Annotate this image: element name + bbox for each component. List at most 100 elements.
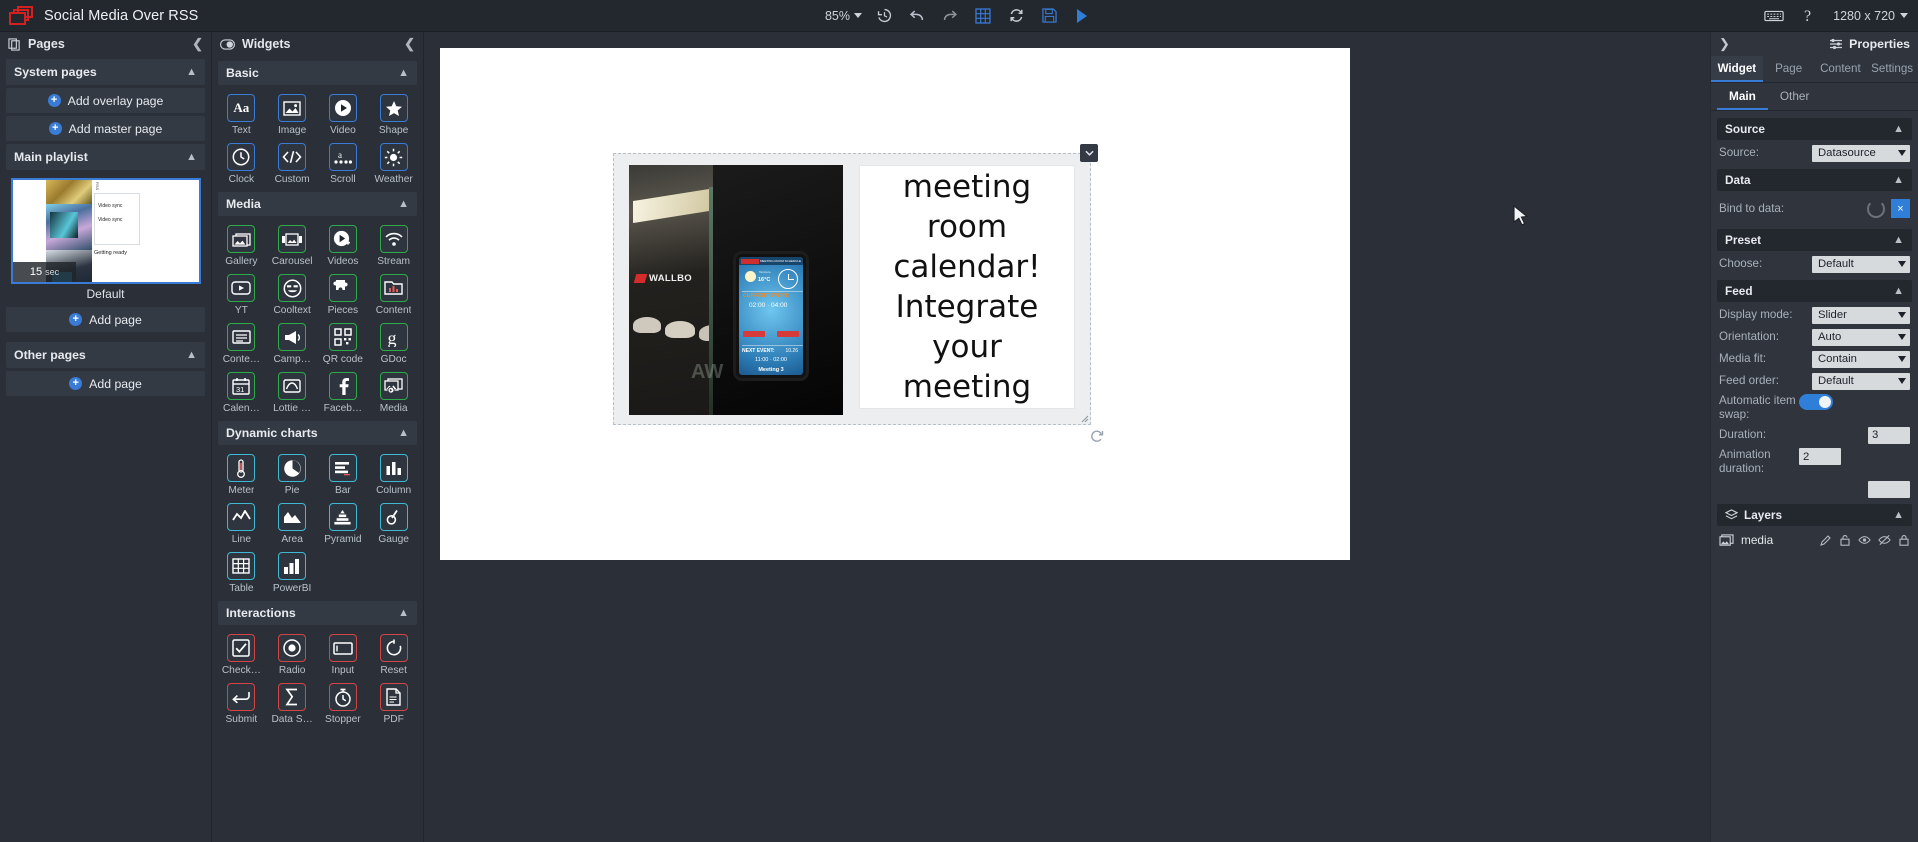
section-layers[interactable]: Layers ▲	[1717, 504, 1912, 526]
widget-tile-input[interactable]: Input	[318, 629, 369, 678]
layer-item-media[interactable]: media	[1711, 528, 1918, 552]
add-master-page-button[interactable]: + Add master page	[6, 116, 205, 141]
widget-tile-facebook[interactable]: Faceb…	[318, 367, 369, 416]
subtab-other[interactable]: Other	[1768, 83, 1822, 110]
widget-tile-video[interactable]: Video	[318, 89, 369, 138]
widget-tile-carousel[interactable]: Carousel	[267, 220, 318, 269]
widget-tile-qrcode[interactable]: QR code	[318, 318, 369, 367]
tab-page[interactable]: Page	[1763, 56, 1815, 82]
resize-handle-icon[interactable]	[1081, 415, 1089, 423]
widget-tile-radio[interactable]: Radio	[267, 629, 318, 678]
add-overlay-page-button[interactable]: + Add overlay page	[6, 88, 205, 113]
widget-tile-column[interactable]: Column	[368, 449, 419, 498]
widget-tile-content-alt[interactable]: Conte…	[216, 318, 267, 367]
widget-tile-submit[interactable]: Submit	[216, 678, 267, 727]
widget-tile-gallery[interactable]: Gallery	[216, 220, 267, 269]
zoom-level-dropdown[interactable]: 85%	[825, 9, 863, 23]
preset-select[interactable]: Default	[1812, 255, 1910, 273]
widget-tile-data-sum[interactable]: Data S…	[267, 678, 318, 727]
widget-tile-image[interactable]: Image	[267, 89, 318, 138]
section-other-pages[interactable]: Other pages ▲	[6, 342, 205, 368]
feed-order-select[interactable]: Default	[1812, 372, 1910, 390]
lock-open-icon[interactable]	[1839, 534, 1851, 546]
widget-tile-pie[interactable]: Pie	[267, 449, 318, 498]
source-select[interactable]: Datasource	[1812, 144, 1910, 162]
partial-input[interactable]	[1868, 480, 1910, 498]
widget-tile-content[interactable]: Content	[368, 269, 419, 318]
widget-tile-text[interactable]: Aa Text	[216, 89, 267, 138]
unlock-icon[interactable]	[1898, 534, 1910, 546]
redo-icon[interactable]	[939, 5, 961, 27]
widget-tile-scroll[interactable]: a Scroll	[318, 138, 369, 187]
widget-tile-gdoc[interactable]: g GDoc	[368, 318, 419, 367]
collapse-pages-icon[interactable]: ❮	[192, 36, 203, 52]
eye-off-icon[interactable]	[1878, 534, 1891, 546]
canvas-page[interactable]: WALLBO AW MEETING ROOM SCHEDULE Tampere …	[440, 48, 1350, 560]
add-page-other-button[interactable]: + Add page	[6, 371, 205, 396]
widget-tile-shape[interactable]: Shape	[368, 89, 419, 138]
widget-tile-stream[interactable]: Stream	[368, 220, 419, 269]
media-fit-select[interactable]: Contain	[1812, 350, 1910, 368]
clear-binding-button[interactable]: ×	[1891, 199, 1910, 218]
eye-icon[interactable]	[1858, 534, 1871, 546]
subtab-main[interactable]: Main	[1717, 83, 1768, 110]
widget-tile-area[interactable]: Area	[267, 498, 318, 547]
tab-content[interactable]: Content	[1815, 56, 1867, 82]
pencil-icon[interactable]	[1820, 534, 1832, 546]
collapse-widgets-icon[interactable]: ❮	[404, 36, 415, 52]
animation-duration-input[interactable]: 2	[1799, 448, 1841, 465]
grid-icon[interactable]	[972, 5, 994, 27]
tab-settings[interactable]: Settings	[1866, 56, 1918, 82]
history-icon[interactable]	[873, 5, 895, 27]
display-mode-select[interactable]: Slider	[1812, 306, 1910, 324]
widget-tile-checkbox[interactable]: Check…	[216, 629, 267, 678]
help-icon[interactable]: ?	[1798, 5, 1820, 27]
widget-tile-cooltext[interactable]: Cooltext	[267, 269, 318, 318]
selected-widget[interactable]: WALLBO AW MEETING ROOM SCHEDULE Tampere …	[613, 144, 1098, 425]
auto-item-swap-toggle[interactable]	[1799, 394, 1833, 410]
widget-tile-clock[interactable]: Clock	[216, 138, 267, 187]
widget-tile-reset[interactable]: Reset	[368, 629, 419, 678]
resolution-dropdown[interactable]: 1280 x 720	[1833, 9, 1908, 23]
rotate-handle-icon[interactable]	[1090, 429, 1104, 443]
keyboard-icon[interactable]	[1763, 5, 1785, 27]
widget-tile-table[interactable]: Table	[216, 547, 267, 596]
add-page-button[interactable]: + Add page	[6, 307, 205, 332]
section-data[interactable]: Data ▲	[1717, 169, 1912, 191]
widget-tile-yt[interactable]: YT	[216, 269, 267, 318]
section-system-pages[interactable]: System pages ▲	[6, 59, 205, 85]
widget-group-dynamic-charts[interactable]: Dynamic charts ▲	[218, 421, 417, 445]
duration-input[interactable]: 3	[1868, 426, 1910, 444]
widget-group-interactions[interactable]: Interactions ▲	[218, 601, 417, 625]
widget-tile-pyramid[interactable]: Pyramid	[318, 498, 369, 547]
widget-tile-meter[interactable]: Meter	[216, 449, 267, 498]
tab-widget[interactable]: Widget	[1711, 56, 1763, 82]
section-source[interactable]: Source ▲	[1717, 118, 1912, 140]
widget-group-basic[interactable]: Basic ▲	[218, 61, 417, 85]
section-main-playlist[interactable]: Main playlist ▲	[6, 144, 205, 170]
undo-icon[interactable]	[906, 5, 928, 27]
widget-tile-stopper[interactable]: Stopper	[318, 678, 369, 727]
canvas-area[interactable]: WALLBO AW MEETING ROOM SCHEDULE Tampere …	[424, 32, 1710, 842]
widget-tile-powerbi[interactable]: PowerBI	[267, 547, 318, 596]
save-icon[interactable]	[1038, 5, 1060, 27]
expand-properties-icon[interactable]: ❯	[1719, 36, 1730, 52]
section-feed[interactable]: Feed ▲	[1717, 280, 1912, 302]
widgets-scroll-area[interactable]: Basic ▲ Aa Text Image Video Shape Clock …	[212, 56, 423, 842]
widget-tile-bar[interactable]: Bar	[318, 449, 369, 498]
refresh-icon[interactable]	[1005, 5, 1027, 27]
orientation-select[interactable]: Auto	[1812, 328, 1910, 346]
widget-tile-lottie[interactable]: Lottie …	[267, 367, 318, 416]
widget-tile-gauge[interactable]: Gauge	[368, 498, 419, 547]
widget-tile-calendar[interactable]: 31 Calen…	[216, 367, 267, 416]
widget-tile-videos[interactable]: Videos	[318, 220, 369, 269]
widget-tile-weather[interactable]: Weather	[368, 138, 419, 187]
play-icon[interactable]	[1071, 5, 1093, 27]
widget-tile-pdf[interactable]: PDF	[368, 678, 419, 727]
widget-tile-media[interactable]: Media	[368, 367, 419, 416]
page-thumbnail-default[interactable]: RSS Video sync Video sync Getting ready …	[11, 178, 201, 284]
widget-group-media[interactable]: Media ▲	[218, 192, 417, 216]
widget-tile-campaign[interactable]: Camp…	[267, 318, 318, 367]
widget-tile-line[interactable]: Line	[216, 498, 267, 547]
section-preset[interactable]: Preset ▲	[1717, 229, 1912, 251]
